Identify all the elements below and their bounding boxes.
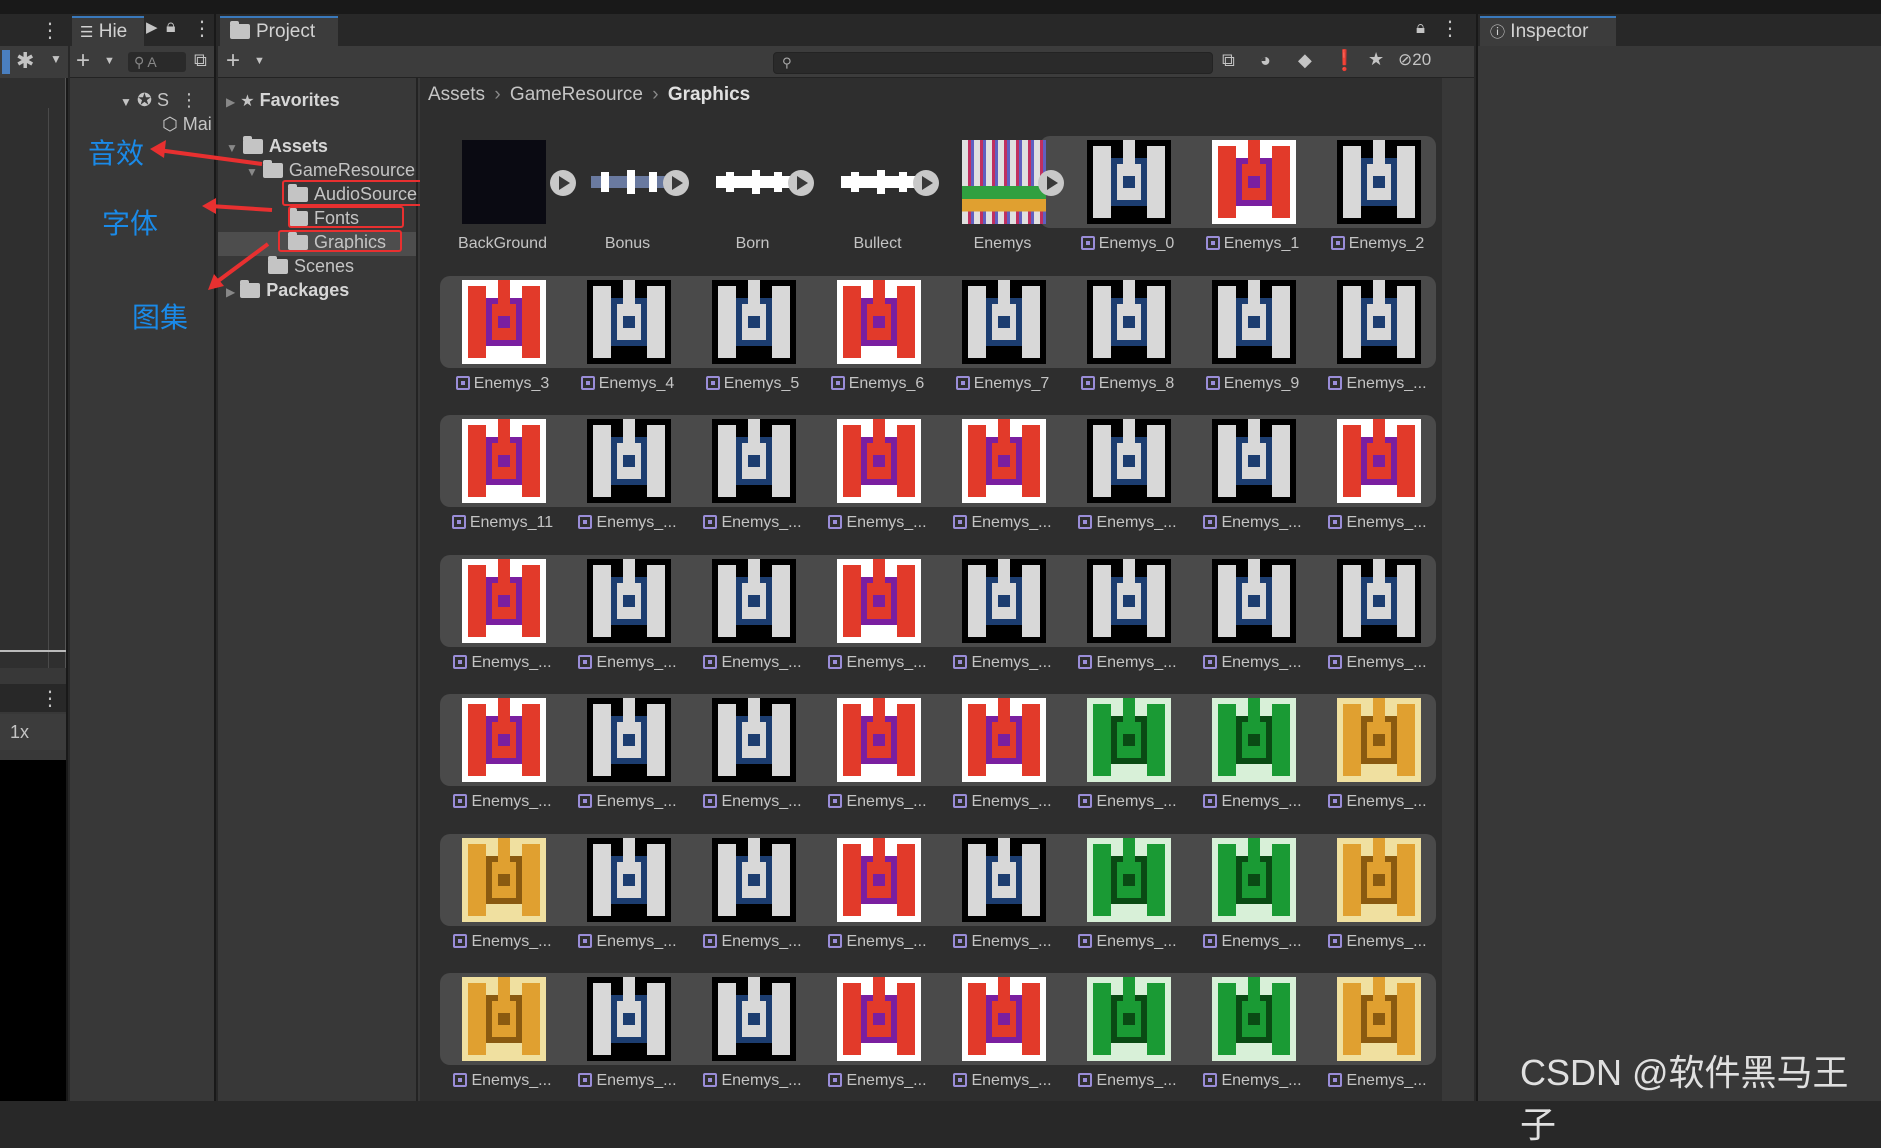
arrow-to-graphics — [212, 242, 270, 286]
annotation-font: 字体 — [102, 207, 159, 240]
annotation-atlas: 图集 — [132, 301, 189, 334]
arrow-to-fonts — [209, 204, 273, 212]
watermark: CSDN @软件黑马王子 — [1520, 1052, 1849, 1145]
arrowhead — [150, 140, 166, 158]
arrow-to-audiosource — [157, 148, 263, 166]
arrowhead — [202, 198, 216, 214]
annotation-arrows — [150, 140, 273, 290]
annotation-audio: 音效 — [88, 137, 145, 170]
